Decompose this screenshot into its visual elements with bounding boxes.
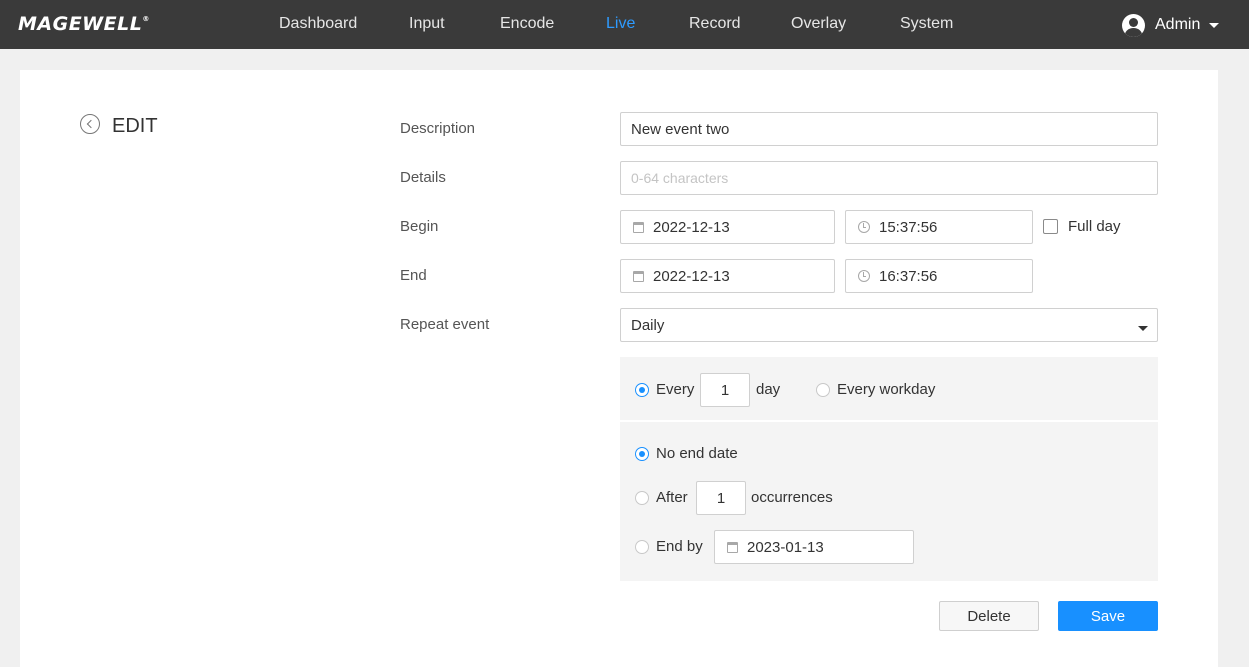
repeat-event-select[interactable]: Daily xyxy=(620,308,1158,342)
begin-date-value: 2022-12-13 xyxy=(653,218,730,236)
after-radio[interactable] xyxy=(635,491,649,505)
user-name: Admin xyxy=(1155,16,1201,33)
save-button[interactable]: Save xyxy=(1058,601,1158,631)
no-end-date-label: No end date xyxy=(656,445,738,462)
no-end-date-radio[interactable] xyxy=(635,447,649,461)
top-nav-bar: MAGEWELL® Dashboard Input Encode Live Re… xyxy=(0,0,1249,49)
day-label: day xyxy=(756,381,781,398)
delete-button[interactable]: Delete xyxy=(939,601,1039,631)
repeat-event-label: Repeat event xyxy=(400,316,490,333)
details-label: Details xyxy=(400,169,446,186)
chevron-down-icon xyxy=(1209,22,1220,28)
end-time-input[interactable]: 16:37:56 xyxy=(845,259,1033,293)
end-by-radio[interactable] xyxy=(635,540,649,554)
user-avatar-icon xyxy=(1122,13,1145,37)
nav-dashboard[interactable]: Dashboard xyxy=(279,15,357,33)
nav-encode[interactable]: Encode xyxy=(500,15,554,33)
repeat-event-value: Daily xyxy=(631,316,665,334)
details-placeholder: 0-64 characters xyxy=(631,170,729,186)
begin-time-input[interactable]: 15:37:56 xyxy=(845,210,1033,244)
calendar-icon xyxy=(727,541,738,553)
user-menu[interactable]: Admin xyxy=(1122,13,1220,37)
calendar-icon xyxy=(633,270,644,282)
nav-overlay[interactable]: Overlay xyxy=(791,15,846,33)
every-days-value: 1 xyxy=(720,381,730,399)
nav-record[interactable]: Record xyxy=(689,15,741,33)
page-title: EDIT xyxy=(112,115,158,137)
calendar-icon xyxy=(633,221,644,233)
details-input[interactable]: 0-64 characters xyxy=(620,161,1158,195)
description-label: Description xyxy=(400,120,476,137)
begin-time-value: 15:37:56 xyxy=(879,218,938,236)
end-date-input[interactable]: 2022-12-13 xyxy=(620,259,835,293)
nav-input[interactable]: Input xyxy=(409,15,445,33)
every-label: Every xyxy=(656,381,695,398)
magewell-logo[interactable]: MAGEWELL® xyxy=(18,13,150,35)
full-day-label: Full day xyxy=(1068,218,1121,235)
begin-date-input[interactable]: 2022-12-13 xyxy=(620,210,835,244)
chevron-down-icon xyxy=(1138,326,1148,331)
description-value: New event two xyxy=(631,120,730,138)
occurrences-label: occurrences xyxy=(751,489,833,506)
full-day-checkbox[interactable] xyxy=(1043,219,1058,234)
every-days-input[interactable]: 1 xyxy=(700,373,750,407)
description-input[interactable]: New event two xyxy=(620,112,1158,146)
nav-live[interactable]: Live xyxy=(606,15,635,33)
after-label: After xyxy=(656,489,688,506)
end-date-value: 2022-12-13 xyxy=(653,267,730,285)
occurrences-value: 1 xyxy=(716,489,726,507)
every-radio[interactable] xyxy=(635,383,649,397)
clock-icon xyxy=(858,221,870,233)
end-label: End xyxy=(400,267,427,284)
end-by-label: End by xyxy=(656,538,703,555)
clock-icon xyxy=(858,270,870,282)
end-by-date-input[interactable]: 2023-01-13 xyxy=(714,530,914,564)
end-by-date-value: 2023-01-13 xyxy=(747,538,824,556)
nav-system[interactable]: System xyxy=(900,15,953,33)
every-workday-label: Every workday xyxy=(837,381,936,398)
every-workday-radio[interactable] xyxy=(816,383,830,397)
occurrences-input[interactable]: 1 xyxy=(696,481,746,515)
end-time-value: 16:37:56 xyxy=(879,267,938,285)
begin-label: Begin xyxy=(400,218,439,235)
back-arrow-icon[interactable] xyxy=(80,114,100,134)
